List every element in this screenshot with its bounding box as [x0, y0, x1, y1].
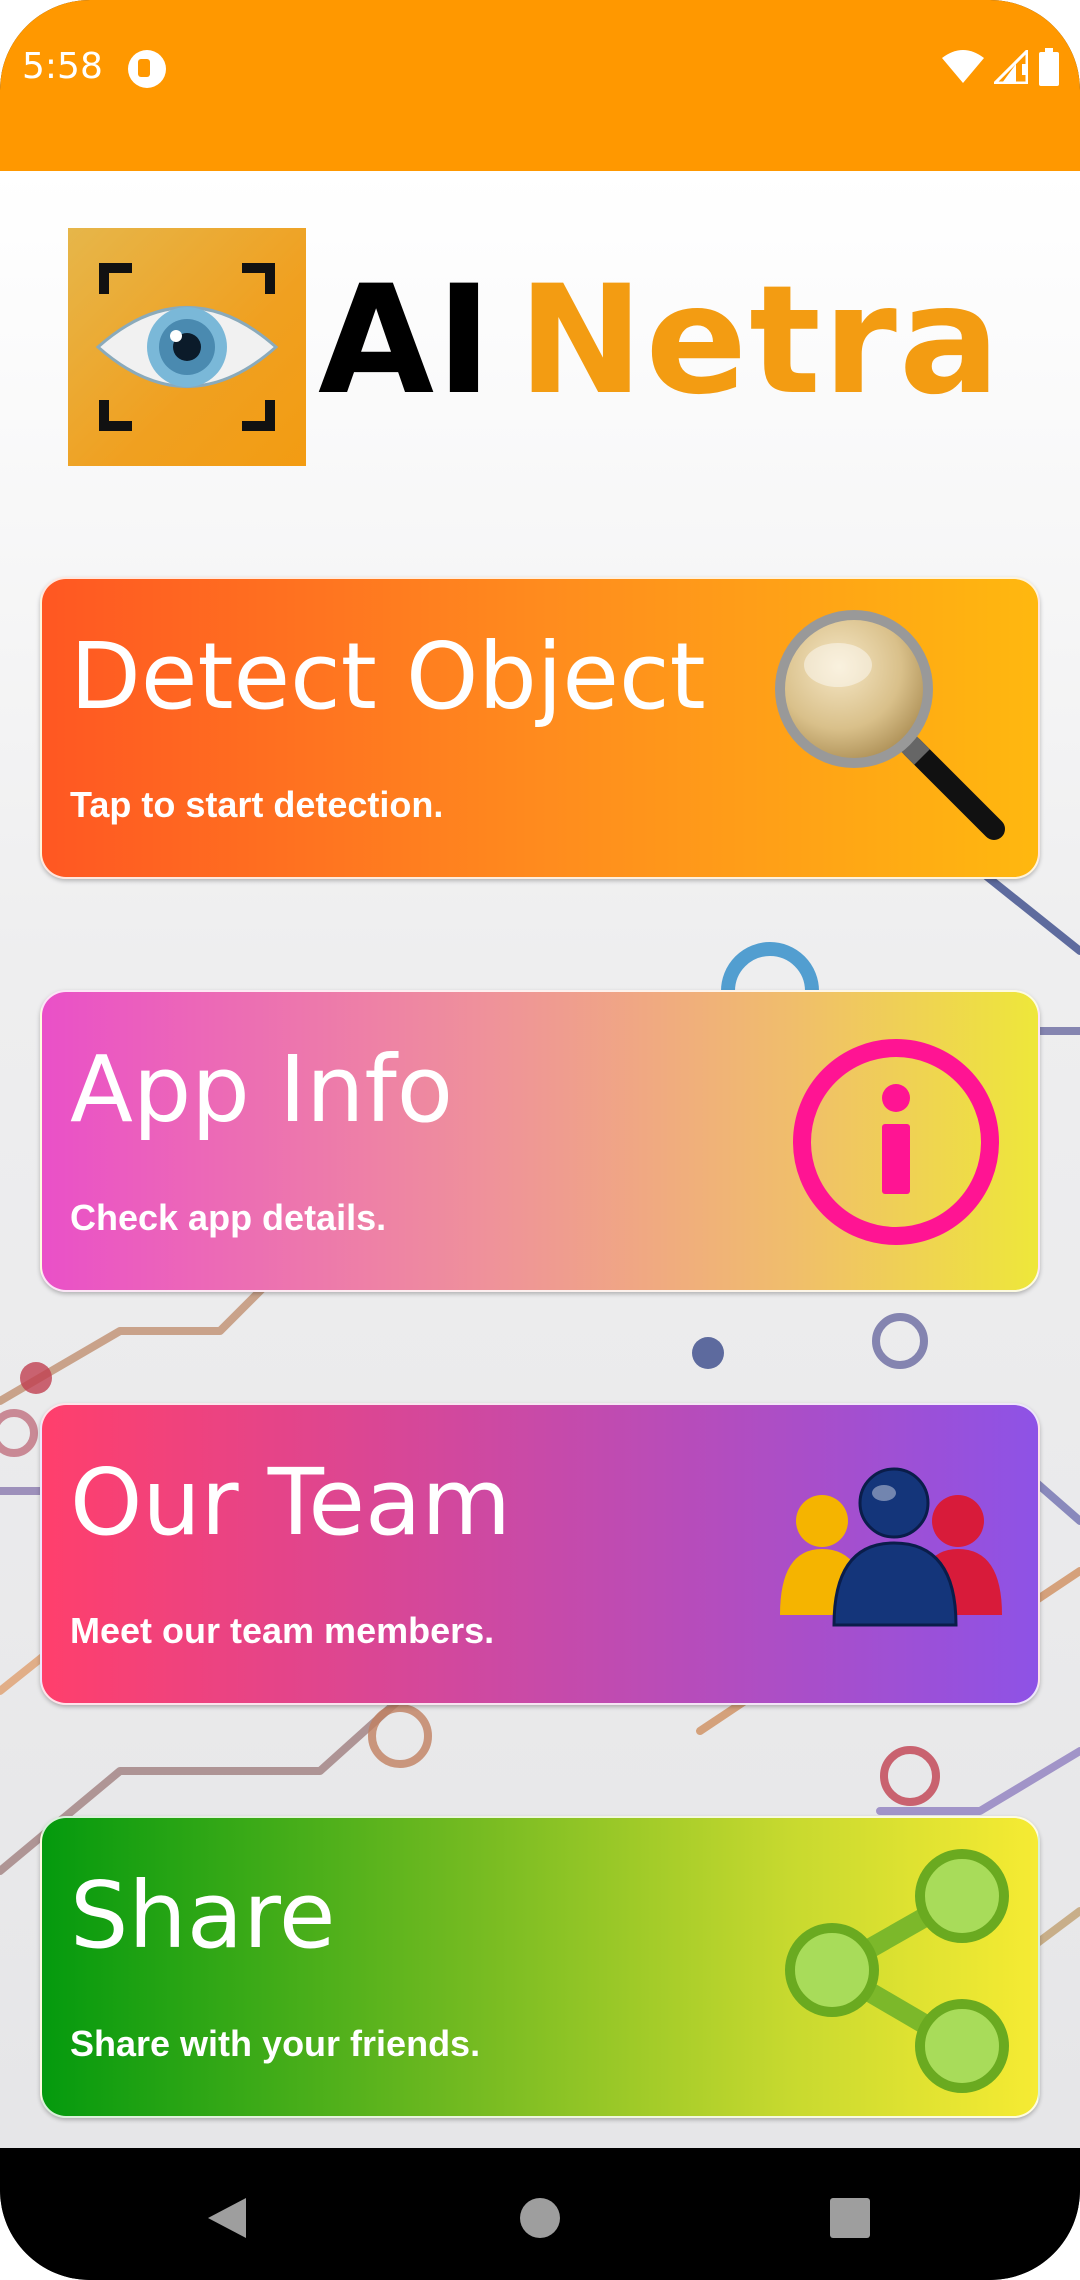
wifi-icon [942, 50, 984, 83]
card-title: Detect Object [70, 623, 706, 730]
status-time: 5:58 [22, 46, 103, 87]
app-logo-title: AI Netra [318, 261, 1002, 421]
logo-badge [68, 228, 306, 466]
logo-word-ai: AI [318, 254, 494, 428]
navigation-bar [0, 2148, 1080, 2280]
recents-icon[interactable] [810, 2178, 890, 2258]
main-content: AI Netra Detect Object Tap to start detec… [0, 171, 1080, 2148]
card-subtitle: Meet our team members. [70, 1610, 495, 1651]
app-frame: 5:58 AI Netra Detect Object Tap to start… [0, 0, 1080, 2280]
team-people-icon [780, 1467, 1002, 1627]
card-title: Share [70, 1862, 336, 1969]
card-title: Our Team [70, 1449, 511, 1556]
eye-in-viewfinder-icon [95, 263, 279, 431]
card-subtitle: Tap to start detection. [70, 784, 444, 825]
app-notification-icon [128, 50, 166, 88]
magnifier-icon [775, 610, 1005, 840]
status-icons [942, 46, 1060, 88]
logo-word-netra: Netra [517, 254, 1003, 428]
detect-object-card[interactable]: Detect Object Tap to start detection. [40, 577, 1040, 879]
share-icon [785, 1849, 1009, 2093]
back-icon[interactable] [186, 2178, 266, 2258]
share-card[interactable]: Share Share with your friends. [40, 1816, 1040, 2118]
status-bar: 5:58 [0, 0, 1080, 171]
app-info-card[interactable]: App Info Check app details. [40, 990, 1040, 1292]
home-icon[interactable] [500, 2178, 580, 2258]
cellular-signal-icon [994, 50, 1028, 84]
card-title: App Info [70, 1036, 454, 1143]
info-icon [793, 1039, 999, 1245]
our-team-card[interactable]: Our Team Meet our team members. [40, 1403, 1040, 1705]
battery-icon [1039, 48, 1059, 86]
card-subtitle: Check app details. [70, 1197, 387, 1238]
card-subtitle: Share with your friends. [70, 2023, 481, 2064]
